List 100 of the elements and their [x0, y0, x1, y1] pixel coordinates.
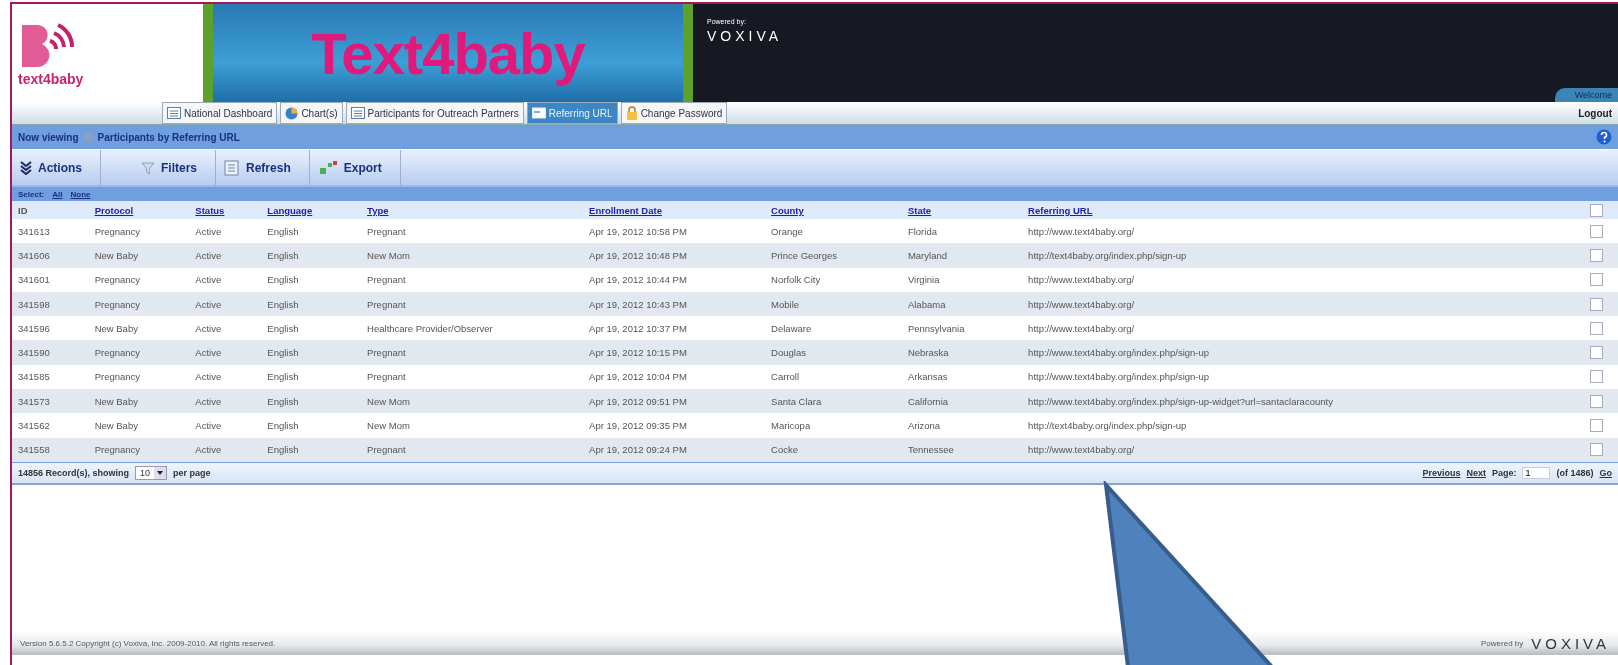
table-cell: Maricopa: [771, 420, 811, 431]
table-cell: New Mom: [367, 420, 410, 431]
tab[interactable]: National Dashboard: [162, 102, 278, 124]
tab[interactable]: Referring URL: [526, 102, 618, 124]
table-cell: Pregnant: [367, 371, 406, 383]
checkbox[interactable]: [1589, 224, 1603, 238]
table-cell: English: [267, 225, 299, 237]
table-cell: http://www.text4baby.org/: [1028, 225, 1135, 237]
checkbox[interactable]: [1589, 203, 1603, 217]
table-cell: http://www.text4baby.org/: [1028, 274, 1135, 286]
table-cell: 341573: [18, 395, 50, 407]
banner-title: Text4baby: [311, 19, 585, 87]
table-cell: http://text4baby.org/index.php/sign-up: [1028, 249, 1187, 261]
go-link[interactable]: Go: [1599, 467, 1612, 478]
table-cell: California: [907, 395, 949, 407]
table-cell: 341601: [18, 274, 50, 286]
toolbar-button[interactable]: Actions: [12, 150, 101, 185]
checkbox[interactable]: [1589, 248, 1603, 262]
table-cell: Active: [195, 298, 222, 310]
checkbox[interactable]: [1589, 273, 1603, 287]
page-count: (of 1486): [1556, 467, 1594, 478]
table-cell: Florida: [907, 225, 937, 237]
table-cell: Douglas: [771, 347, 806, 359]
document-icon: [531, 107, 546, 119]
table-cell: Pregnant: [367, 444, 406, 456]
welcome-badge: Welcome: [1554, 88, 1618, 102]
toolbar-button[interactable]: Export: [309, 150, 401, 185]
toolbar-button[interactable]: Filters: [101, 150, 217, 185]
table-cell: http://www.text4baby.org/: [1028, 444, 1135, 456]
brand-logo: VOXIVA: [1531, 634, 1610, 652]
column-header[interactable]: County: [771, 204, 804, 216]
brand-logo: VOXIVA: [707, 28, 784, 44]
table-cell: Pregnant: [367, 225, 406, 237]
table-cell: 341590: [18, 347, 50, 359]
table-cell: Apr 19, 2012 09:24 PM: [589, 444, 687, 456]
table-cell: English: [267, 371, 299, 383]
version-text: Version 5.6.5.2 Copyright (c) Voxiva, Inc. 2009-2010. All rights reserved.: [20, 638, 276, 648]
records-label: 14856 Record(s), showing: [18, 467, 130, 478]
table-cell: Healthcare Provider/Observer: [367, 322, 493, 334]
table-cell: Active: [195, 371, 222, 383]
column-header[interactable]: Referring URL: [1028, 204, 1093, 216]
checkbox[interactable]: [1589, 346, 1603, 360]
page-field[interactable]: 1: [1522, 466, 1551, 479]
table-cell: Active: [195, 347, 222, 359]
table-cell: Pregnancy: [94, 444, 141, 456]
table-cell: Norfolk City: [771, 274, 821, 286]
table-cell: Pregnancy: [94, 274, 141, 286]
previous-link[interactable]: Previous: [1422, 467, 1461, 478]
select-link[interactable]: None: [70, 189, 91, 199]
table-cell: http://www.text4baby.org/index.php/sign-up: [1028, 347, 1210, 359]
table-cell: Apr 19, 2012 09:51 PM: [589, 395, 687, 407]
table-cell: English: [267, 347, 299, 359]
table-cell: English: [267, 420, 299, 431]
table-cell: http://www.text4baby.org/: [1028, 322, 1135, 334]
checkbox[interactable]: [1589, 419, 1603, 432]
checkbox[interactable]: [1589, 443, 1603, 457]
table-cell: 341596: [18, 322, 50, 334]
toolbar-button[interactable]: Refresh: [216, 150, 310, 185]
table-cell: English: [267, 395, 299, 407]
checkbox[interactable]: [1589, 321, 1603, 335]
table-cell: Active: [195, 395, 222, 407]
table-cell: Pregnancy: [94, 298, 141, 310]
table-cell: English: [267, 298, 299, 310]
column-header[interactable]: State: [907, 204, 932, 216]
next-link[interactable]: Next: [1466, 467, 1486, 478]
tab[interactable]: Change Password: [620, 102, 728, 124]
table-cell: Pennsylvania: [907, 322, 965, 334]
document-icon: [224, 159, 241, 176]
table-cell: Maryland: [907, 249, 947, 261]
select-link[interactable]: All: [52, 189, 63, 199]
checkbox[interactable]: [1589, 394, 1603, 408]
per-page-dropdown[interactable]: 10: [135, 465, 168, 480]
tab[interactable]: Chart(s): [280, 102, 343, 124]
list-icon: [167, 107, 181, 119]
table-cell: Apr 19, 2012 10:44 PM: [589, 274, 687, 286]
table-cell: Active: [195, 225, 222, 237]
per-page-label: per page: [173, 467, 211, 478]
column-header: ID: [18, 204, 28, 216]
table-cell: http://www.text4baby.org/: [1028, 298, 1135, 310]
logout-link[interactable]: Logout: [1578, 107, 1618, 119]
table-cell: Pregnancy: [94, 347, 141, 359]
table-cell: Active: [195, 322, 222, 334]
checkbox[interactable]: [1589, 297, 1603, 311]
table-cell: Arkansas: [907, 371, 948, 383]
table-cell: Apr 19, 2012 09:35 PM: [589, 420, 687, 431]
table-cell: Apr 19, 2012 10:58 PM: [589, 225, 687, 237]
funnel-icon: [141, 160, 155, 175]
table-cell: 341598: [18, 298, 50, 310]
table-cell: New Baby: [94, 420, 138, 431]
table-cell: 341613: [18, 225, 50, 237]
table-cell: Apr 19, 2012 10:48 PM: [589, 249, 687, 261]
table-cell: English: [267, 444, 299, 456]
table-cell: 341585: [18, 371, 50, 383]
table-cell: Prince Georges: [771, 249, 838, 261]
tab[interactable]: Participants for Outreach Partners: [345, 102, 524, 124]
column-header[interactable]: Type: [367, 204, 389, 216]
checkbox[interactable]: [1589, 370, 1603, 384]
table-cell: http://www.text4baby.org/index.php/sign-up-widget?url=santaclaracounty: [1028, 395, 1333, 407]
table-cell: 341606: [18, 249, 50, 261]
table-cell: Active: [195, 444, 222, 456]
